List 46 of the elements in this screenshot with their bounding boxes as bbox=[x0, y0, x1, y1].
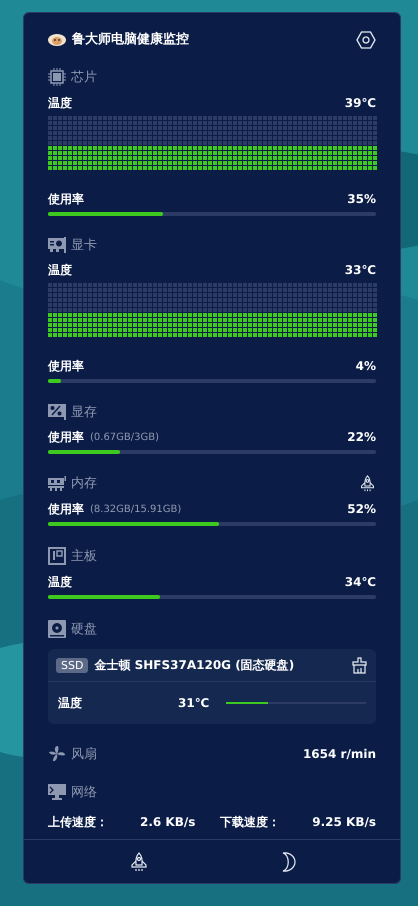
drive-type-badge: SSD bbox=[56, 658, 88, 672]
metric-label: 使用率 bbox=[48, 360, 84, 372]
rate-value: 9.25 KB/s bbox=[312, 814, 376, 831]
section-title: 内存 bbox=[71, 477, 97, 490]
metric-label: 使用率 bbox=[48, 503, 84, 515]
rate-label: 下载速度： bbox=[220, 814, 280, 831]
metric-value: 39℃ bbox=[344, 97, 376, 109]
ram-icon bbox=[48, 476, 66, 491]
section-title: 芯片 bbox=[71, 70, 97, 84]
memory-percent-icon bbox=[48, 404, 66, 420]
metric-value: 4% bbox=[356, 360, 376, 372]
drive-name: 金士顿 SHFS37A120G (固态硬盘) bbox=[94, 657, 294, 674]
settings-icon[interactable] bbox=[356, 30, 376, 50]
fan-icon bbox=[48, 745, 66, 763]
fan-speed: 1654 r/min bbox=[302, 746, 376, 763]
network-monitor-icon bbox=[48, 784, 66, 800]
section-title: 网络 bbox=[71, 786, 97, 798]
metric-label: 温度 bbox=[48, 97, 72, 109]
section-title: 风扇 bbox=[71, 748, 97, 760]
section-title: 显卡 bbox=[71, 238, 97, 252]
metric-value: 34℃ bbox=[344, 576, 376, 588]
rocket-icon[interactable] bbox=[359, 475, 376, 492]
rate-value: 2.6 KB/s bbox=[140, 814, 196, 831]
rate-label: 上传速度： bbox=[48, 814, 108, 831]
metric-label: 温度 bbox=[58, 695, 83, 712]
chip-icon bbox=[48, 68, 66, 86]
motherboard-icon bbox=[48, 547, 66, 565]
metric-label: 使用率 bbox=[48, 431, 84, 443]
metric-value: 33℃ bbox=[344, 264, 376, 276]
metric-label: 温度 bbox=[48, 264, 72, 276]
metric-label: 温度 bbox=[48, 576, 72, 588]
metric-value: 35% bbox=[347, 193, 376, 205]
metric-label: 使用率 bbox=[48, 193, 84, 205]
section-title: 主板 bbox=[71, 550, 97, 562]
broom-icon[interactable] bbox=[351, 656, 368, 674]
section-title: 显存 bbox=[71, 406, 97, 418]
metric-value: 52% bbox=[347, 503, 376, 515]
rocket-button[interactable] bbox=[128, 852, 148, 872]
mascot-icon bbox=[48, 33, 66, 47]
metric-value: 22% bbox=[347, 431, 376, 443]
metric-detail: (0.67GB/3GB) bbox=[90, 433, 160, 443]
metric-value: 31℃ bbox=[178, 695, 210, 712]
graphics-card-icon bbox=[48, 237, 66, 253]
app-title: 鲁大师电脑健康监控 bbox=[72, 30, 189, 50]
metric-detail: (8.32GB/15.91GB) bbox=[90, 505, 182, 515]
section-title: 硬盘 bbox=[71, 622, 97, 636]
